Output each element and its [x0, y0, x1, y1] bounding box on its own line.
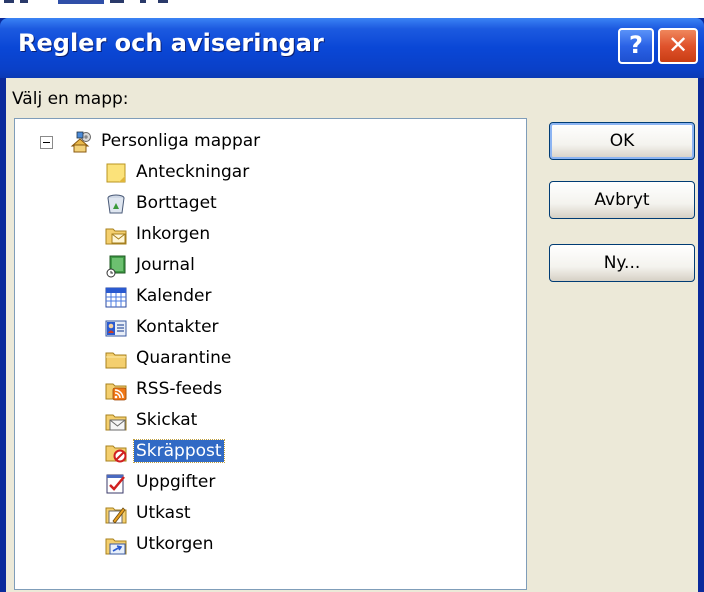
dialog-body: Välj en mapp: Personliga mappar Anteckni… [6, 78, 698, 592]
ok-button[interactable]: OK [549, 122, 695, 160]
tree-item-label: Anteckningar [136, 162, 250, 182]
title-bar[interactable]: Regler och aviseringar ? ✕ [0, 18, 704, 78]
deleted-items-icon [107, 194, 125, 214]
tree-item-label: Skräppost [133, 439, 225, 463]
tree-item-label: Utkorgen [136, 534, 214, 554]
rules-dialog: Regler och aviseringar ? ✕ Välj en mapp:… [0, 18, 704, 592]
calendar-icon [105, 287, 127, 308]
sent-items-icon [105, 414, 127, 431]
rss-feeds-icon [105, 383, 127, 401]
tree-item-label: Skickat [136, 410, 198, 430]
tree-item-label: RSS-feeds [136, 379, 223, 399]
collapse-toggle-icon[interactable] [40, 136, 53, 149]
tree-item-label: Uppgifter [136, 472, 216, 492]
inbox-icon [105, 228, 127, 245]
background-window-strip [0, 0, 704, 18]
close-icon: ✕ [667, 31, 689, 59]
outbox-icon [105, 538, 127, 555]
personal-folders-icon [70, 131, 91, 153]
help-icon: ? [629, 31, 643, 59]
tree-item-label: Utkast [136, 503, 191, 523]
tree-item-label: Inkorgen [136, 224, 211, 244]
tree-item-label: Journal [136, 255, 195, 275]
drafts-icon [105, 507, 127, 524]
notes-icon [106, 163, 126, 183]
new-folder-button[interactable]: Ny... [549, 244, 695, 282]
tree-root-label: Personliga mappar [101, 131, 261, 151]
folder-tree[interactable]: Personliga mappar Anteckningar Borttaget [14, 118, 527, 590]
journal-icon [106, 255, 126, 278]
tasks-icon [106, 474, 125, 494]
help-button[interactable]: ? [618, 28, 654, 64]
tree-item-label: Kalender [136, 286, 212, 306]
close-button[interactable]: ✕ [658, 28, 698, 64]
contacts-icon [105, 320, 127, 337]
dialog-title: Regler och aviseringar [18, 29, 324, 57]
cancel-button[interactable]: Avbryt [549, 181, 695, 219]
tree-item-label: Borttaget [136, 193, 217, 213]
tree-item-label: Quarantine [136, 348, 232, 368]
folder-icon [105, 352, 127, 369]
choose-folder-label: Välj en mapp: [12, 89, 129, 109]
junk-mail-icon [105, 445, 127, 463]
tree-item-label: Kontakter [136, 317, 219, 337]
